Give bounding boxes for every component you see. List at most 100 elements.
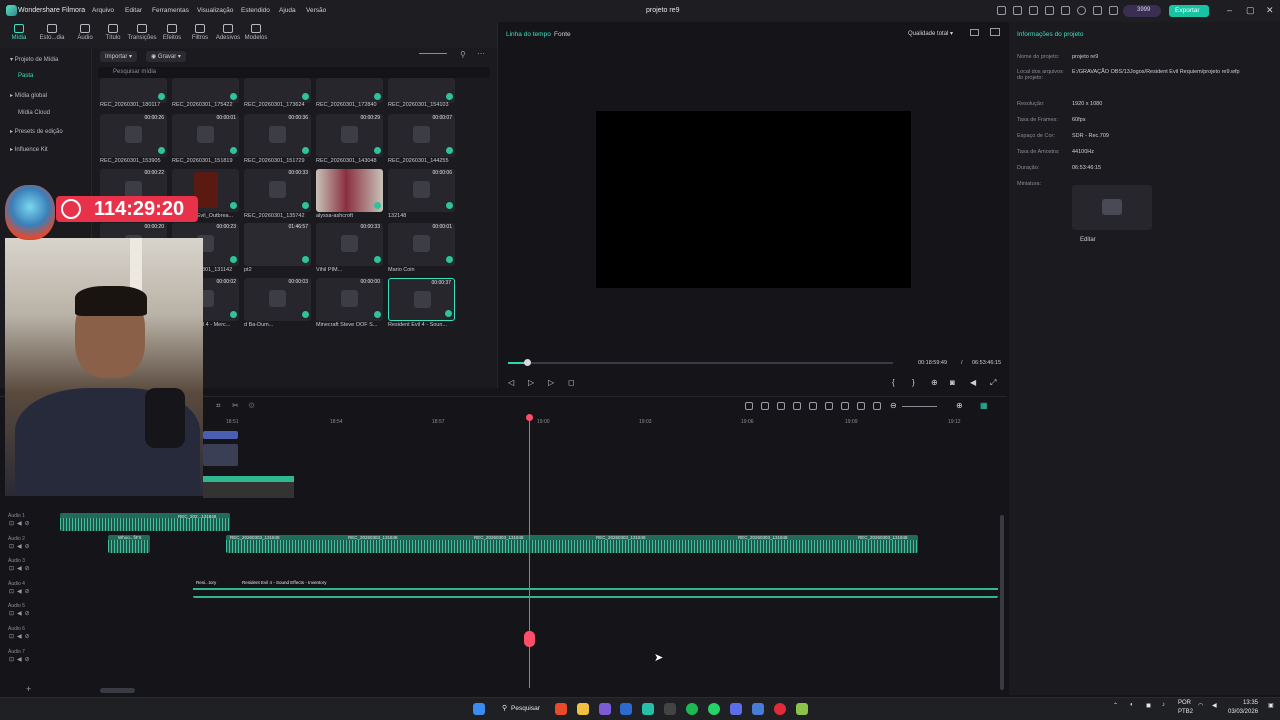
track-controls[interactable]: ⊡◀⊘ [9,588,33,595]
media-thumb[interactable]: 00:00:01 [388,223,455,266]
maximize-icon[interactable]: ▢ [1246,5,1255,16]
media-thumb[interactable]: 00:00:03 [244,277,311,321]
audio-mix-icon[interactable] [841,402,849,410]
stop-icon[interactable]: ◻ [568,378,575,387]
discord-icon[interactable] [599,703,611,715]
windows-start-icon[interactable] [473,703,485,715]
media-thumb[interactable] [100,78,167,103]
media-thumb[interactable]: 00:00:29 [316,114,383,157]
zoom-out-icon[interactable]: ⊖ [890,401,897,410]
split-icon[interactable]: ✂ [232,401,239,410]
grid-icon[interactable] [1029,6,1038,15]
speed-icon[interactable] [793,402,801,410]
sidebar-item-midia-global[interactable]: ▸ Mídia global [10,92,47,99]
track-controls[interactable]: ⊡◀⊘ [9,633,33,640]
media-thumb[interactable]: 00:00:33 [316,223,383,266]
subtitle-icon[interactable] [857,402,865,410]
app-icon[interactable] [730,703,742,715]
opera-icon[interactable] [774,703,786,715]
add-track-icon[interactable]: + [26,684,31,694]
network-icon[interactable]: ◠ [1198,702,1203,709]
menu-ferramentas[interactable]: Ferramentas [152,7,189,14]
tool-titulo[interactable]: Título [98,24,128,41]
play-reverse-icon[interactable]: ▷ [528,378,534,387]
video-clip-1[interactable] [203,444,238,466]
media-thumb[interactable]: 00:00:01 [172,114,239,157]
brave-icon[interactable] [555,703,567,715]
export-button[interactable]: Exportar [1169,5,1209,17]
sidebar-item-influence-kit[interactable]: ▸ Influence Kit [10,146,48,153]
tray-icon-1[interactable]: ◐ [1130,702,1134,708]
pip-icon[interactable] [873,402,881,410]
menu-arquivo[interactable]: Arquivo [92,7,114,14]
media-thumb[interactable]: 01:46:57 [244,223,311,266]
sidebar-item-presets[interactable]: ▸ Presets de edição [10,128,63,135]
close-icon[interactable]: ✕ [1266,5,1274,16]
media-thumb[interactable] [172,78,239,103]
ai-icon[interactable] [745,402,753,410]
timeline-hscroll[interactable] [100,688,135,693]
scrubber-handle[interactable] [524,359,532,366]
filter-icon[interactable]: ⚲ [460,50,466,59]
tray-icon-2[interactable]: ◼ [1146,702,1151,709]
download-icon[interactable] [1109,6,1118,15]
menu-visualizacao[interactable]: Visualização [197,7,233,14]
track-controls[interactable]: ⊡◀⊘ [9,656,33,663]
bell-icon[interactable] [1093,6,1102,15]
timeline-vscroll[interactable] [1000,515,1004,690]
app2-icon[interactable] [752,703,764,715]
ripple-icon[interactable]: ⚙ [248,401,255,410]
marker-icon[interactable] [777,402,785,410]
obs-icon[interactable] [664,703,676,715]
camera-icon[interactable]: ◙ [950,378,955,387]
steam-icon[interactable] [620,703,632,715]
video-clip-title[interactable] [203,431,238,439]
minimize-icon[interactable]: – [1227,5,1232,15]
keyboard-lang[interactable]: POR [1178,700,1191,706]
gift-icon[interactable] [997,6,1006,15]
volume-icon[interactable]: ◀ [970,378,976,387]
track-controls[interactable]: ⊡◀⊘ [9,543,33,550]
record-button[interactable]: ◉ Gravar ▾ [146,51,186,62]
track-controls[interactable]: ⊡◀⊘ [9,520,33,527]
whatsapp-icon[interactable] [708,703,720,715]
tab-linha-do-tempo[interactable]: Linha do tempo [506,31,551,38]
layout-grid-icon[interactable]: ▦ [980,401,988,410]
keyboard-layout[interactable]: PTB2 [1178,709,1193,715]
play-icon[interactable]: ▷ [548,378,554,387]
track-controls[interactable]: ⊡◀⊘ [9,610,33,617]
mark-out-icon[interactable]: } [912,378,915,387]
video-clip-2[interactable] [203,476,294,498]
spotify-icon[interactable] [686,703,698,715]
layout-icon[interactable] [1061,6,1070,15]
media-thumb[interactable]: 00:00:33 [244,168,311,212]
save-icon[interactable] [1045,6,1054,15]
sidebar-item-projeto-midia[interactable]: ▾ Projeto de Mídia [10,56,58,63]
snapshot-icon[interactable] [990,28,1000,36]
media-thumb[interactable]: 00:00:00 [316,277,383,321]
media-thumb[interactable]: 00:00:37 [388,277,455,321]
media-thumb[interactable]: 00:00:06 [388,168,455,212]
tool-estoque-midia[interactable]: Esto...dia [37,24,67,41]
menu-estendido[interactable]: Estendido [241,7,270,14]
zoom-icon[interactable]: ⊕ [931,378,938,387]
fullscreen-icon[interactable]: ⤢ [990,378,996,388]
media-thumb[interactable] [316,78,383,103]
tab-fonte[interactable]: Fonte [554,31,571,38]
clock-time[interactable]: 13:35 [1243,700,1258,706]
media-search-input[interactable]: Pesquisar mídia [98,67,490,78]
more-icon[interactable]: ⋯ [477,49,485,58]
scissor-icon[interactable] [524,631,535,647]
preview-scrubber[interactable] [508,362,893,364]
track-controls[interactable]: ⊡◀⊘ [9,565,33,572]
import-button[interactable]: Importar ▾ [100,51,138,62]
tool-modelos[interactable]: Modelos [241,24,271,41]
tool-adesivos[interactable]: Adesivos [213,24,243,41]
device-icon[interactable] [1013,6,1022,15]
crop-icon[interactable]: ⌗ [216,401,221,411]
menu-ajuda[interactable]: Ajuda [279,7,296,14]
mic-icon[interactable] [825,402,833,410]
zoom-slider[interactable] [419,53,447,54]
folder-icon[interactable] [577,703,589,715]
audio-sync-icon[interactable] [761,402,769,410]
